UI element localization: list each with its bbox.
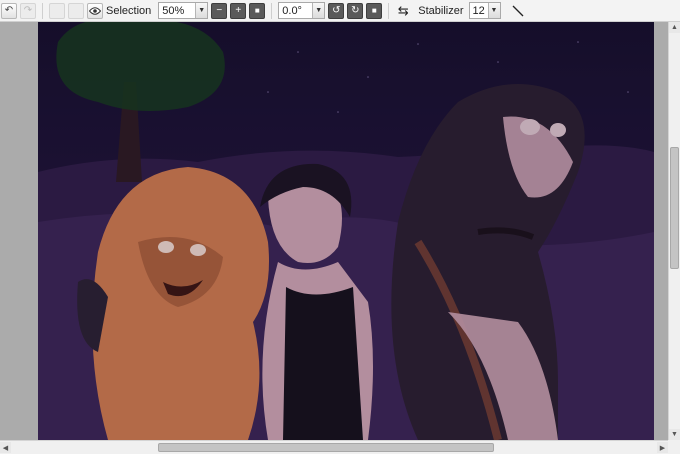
blank-tool-button-1[interactable] — [49, 2, 65, 19]
scrollbar-corner — [668, 440, 680, 454]
redo-icon: ↷ — [23, 4, 33, 16]
undo-icon: ↶ — [4, 4, 14, 16]
rotate-left-icon: ↺ — [332, 4, 341, 16]
chevron-down-icon: ▼ — [312, 3, 325, 18]
line-tool-button[interactable] — [510, 3, 526, 19]
zoom-select[interactable]: 50% ▼ — [158, 2, 209, 19]
stabilizer-label: Stabilizer — [418, 4, 464, 17]
scroll-right-button[interactable]: ▶ — [657, 442, 668, 453]
vertical-scrollbar[interactable]: ▲ ▼ — [668, 22, 680, 440]
scroll-left-button[interactable]: ◀ — [0, 442, 11, 453]
toolbar-divider — [42, 2, 43, 19]
chevron-down-icon: ▼ — [195, 3, 208, 18]
eye-icon — [89, 6, 101, 15]
zoom-value: 50% — [162, 4, 185, 17]
arrow-right-icon: ▶ — [659, 444, 666, 452]
zoom-fit-button[interactable]: ■ — [249, 2, 266, 19]
rotate-left-button[interactable]: ↺ — [328, 2, 345, 19]
square-icon: ■ — [254, 5, 260, 15]
scroll-up-button[interactable]: ▲ — [669, 22, 680, 33]
selection-label: Selection — [106, 4, 152, 17]
rotate-right-icon: ↻ — [351, 4, 360, 16]
toolbar: ↶ ↷ Selection 50% ▼ − + ■ 0.0° ▼ ↺ ↻ ■ ⇆… — [0, 0, 680, 22]
chevron-down-icon: ▼ — [487, 3, 500, 18]
undo-button[interactable]: ↶ — [1, 2, 17, 19]
toolbar-divider — [271, 2, 273, 19]
stabilizer-value: 12 — [472, 4, 485, 17]
scroll-down-button[interactable]: ▼ — [669, 429, 680, 440]
arrow-left-icon: ◀ — [2, 444, 9, 452]
flip-horizontal-button[interactable]: ⇆ — [395, 3, 411, 19]
square-icon: ■ — [371, 5, 377, 15]
blank-tool-button-2[interactable] — [68, 2, 84, 19]
zoom-out-button[interactable]: − — [211, 2, 228, 19]
horizontal-scroll-thumb[interactable] — [158, 443, 494, 452]
plus-icon: + — [235, 4, 242, 16]
artwork-illustration — [38, 22, 654, 440]
rotation-value: 0.0° — [282, 4, 302, 17]
minus-icon: − — [216, 4, 223, 16]
horizontal-scrollbar[interactable]: ◀ ▶ — [0, 440, 668, 454]
canvas-workspace[interactable] — [0, 22, 668, 440]
selection-visibility-button[interactable] — [87, 2, 103, 19]
flip-icon: ⇆ — [397, 2, 409, 18]
zoom-in-button[interactable]: + — [230, 2, 247, 19]
artwork-canvas[interactable] — [38, 22, 654, 440]
vertical-scroll-thumb[interactable] — [670, 147, 679, 269]
stabilizer-select[interactable]: 12 ▼ — [468, 2, 501, 19]
redo-button[interactable]: ↷ — [20, 2, 36, 19]
rotation-select[interactable]: 0.0° ▼ — [278, 2, 326, 19]
arrow-up-icon: ▲ — [671, 24, 678, 31]
line-icon — [512, 5, 523, 16]
arrow-down-icon: ▼ — [671, 431, 678, 438]
toolbar-divider — [388, 2, 390, 19]
rotate-right-button[interactable]: ↻ — [347, 2, 364, 19]
rotate-reset-button[interactable]: ■ — [366, 2, 383, 19]
